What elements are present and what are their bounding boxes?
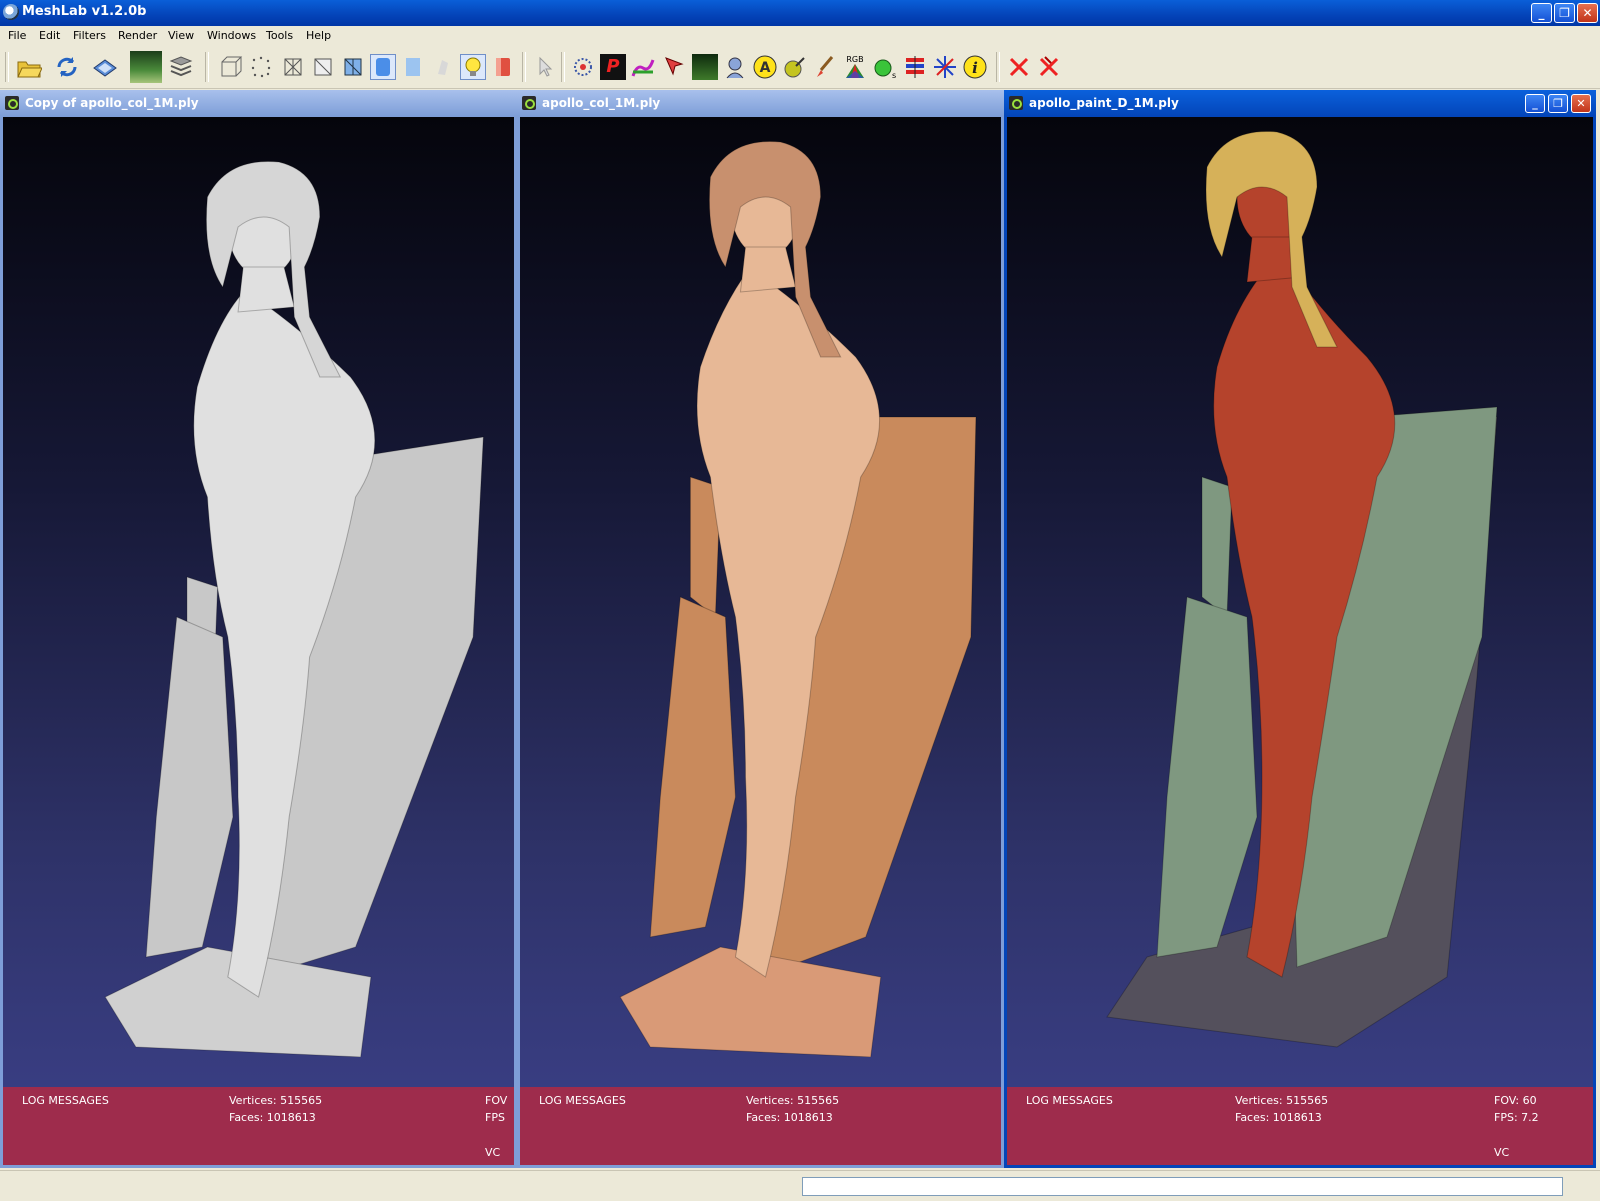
info-panel: LOG MESSAGES Vertices: 515565 Faces: 101… — [520, 1087, 1001, 1165]
fov-value: FOV: 60 — [1494, 1094, 1537, 1107]
annotation-letter: A — [760, 60, 771, 76]
color-pick-icon[interactable] — [782, 54, 808, 80]
snapshot-icon[interactable] — [130, 51, 162, 83]
3d-viewport[interactable]: LOG MESSAGES Vertices: 515565 Faces: 101… — [1007, 117, 1593, 1165]
restore-button[interactable]: ❐ — [1554, 3, 1575, 23]
mdi-window-title: Copy of apollo_col_1M.ply — [25, 96, 199, 110]
menu-windows[interactable]: Windows — [207, 29, 256, 42]
toolbar-separator — [996, 52, 1000, 82]
info-letter: i — [972, 59, 978, 77]
mdi-close-button[interactable]: ✕ — [1571, 94, 1591, 113]
vertices-count: Vertices: 515565 — [746, 1094, 840, 1107]
backface-icon[interactable] — [490, 54, 516, 80]
mdi-window-title: apollo_col_1M.ply — [542, 96, 661, 110]
faces-count: Faces: 1018613 — [746, 1111, 833, 1124]
progress-field — [802, 1177, 1563, 1196]
mdi-window-title-bar[interactable]: apollo_col_1M.ply — [517, 90, 1004, 116]
info-icon[interactable]: i — [962, 54, 988, 80]
flat-icon[interactable] — [400, 54, 426, 80]
open-icon[interactable] — [16, 54, 43, 80]
rgb-label: RGB — [846, 55, 863, 64]
mdi-window-title-bar[interactable]: apollo_paint_D_1M.ply _ ❐ ✕ — [1004, 90, 1596, 116]
light-icon[interactable] — [460, 54, 486, 80]
log-messages-label: LOG MESSAGES — [1026, 1094, 1113, 1107]
menu-edit[interactable]: Edit — [39, 29, 60, 42]
statue-render-grey — [104, 160, 484, 1057]
app-title-bar: MeshLab v1.2.0b _ ❐ ✕ — [0, 0, 1600, 26]
smooth-icon[interactable] — [370, 54, 396, 80]
color-mode: VC — [485, 1146, 501, 1159]
main-toolbar: P A RGB s i — [0, 46, 1600, 89]
close-button[interactable]: ✕ — [1577, 3, 1598, 23]
mdi-window-apollo-col[interactable]: apollo_col_1M.ply LOG MESSAGES Vertices:… — [517, 90, 1004, 1168]
mdi-minimize-button[interactable]: _ — [1525, 94, 1545, 113]
info-panel: LOG MESSAGES Vertices: 515565 Faces: 101… — [1007, 1087, 1593, 1165]
qt-window-icon — [5, 96, 19, 110]
fps-value: FPS — [485, 1111, 505, 1124]
mdi-window-title: apollo_paint_D_1M.ply — [1029, 96, 1179, 110]
vertices-count: Vertices: 515565 — [229, 1094, 323, 1107]
qt-window-icon — [1009, 96, 1023, 110]
select-faces-icon[interactable] — [662, 54, 688, 80]
toolbar-separator — [522, 52, 526, 82]
menu-tools[interactable]: Tools — [266, 29, 293, 42]
texture-icon[interactable] — [430, 54, 456, 80]
statue-render-color — [619, 140, 977, 1057]
menu-file[interactable]: File — [8, 29, 26, 42]
points-icon[interactable] — [248, 54, 274, 80]
mdi-maximize-button[interactable]: ❐ — [1548, 94, 1568, 113]
svg-text:s: s — [892, 71, 896, 80]
color-mode: VC — [1494, 1146, 1510, 1159]
menu-bar: File Edit Filters Render View Windows To… — [0, 26, 1600, 46]
brush-icon[interactable] — [812, 54, 838, 80]
hidden-lines-icon[interactable] — [310, 54, 336, 80]
qt-window-icon — [522, 96, 536, 110]
menu-view[interactable]: View — [168, 29, 194, 42]
3d-viewport[interactable]: LOG MESSAGES Vertices: 515565 Faces: 101… — [3, 117, 514, 1165]
annotation-icon[interactable]: A — [752, 54, 778, 80]
log-messages-label: LOG MESSAGES — [539, 1094, 626, 1107]
manual-align-icon[interactable] — [722, 54, 748, 80]
toolbar-separator — [561, 52, 565, 82]
faces-count: Faces: 1018613 — [229, 1111, 316, 1124]
toolbar-separator — [205, 52, 209, 82]
fov-value: FOV — [485, 1094, 508, 1107]
rgb-icon[interactable]: RGB — [842, 54, 868, 80]
menu-filters[interactable]: Filters — [73, 29, 106, 42]
mdi-window-apollo-paint[interactable]: apollo_paint_D_1M.ply _ ❐ ✕ LOG MESSAGES… — [1004, 90, 1596, 1168]
layers-edit-icon[interactable] — [902, 54, 928, 80]
layers-icon[interactable] — [168, 54, 194, 80]
info-panel: LOG MESSAGES Vertices: 515565 Faces: 101… — [3, 1087, 514, 1165]
minimize-button[interactable]: _ — [1531, 3, 1552, 23]
wireframe-icon[interactable] — [280, 54, 306, 80]
status-bar — [0, 1170, 1600, 1201]
app-title: MeshLab v1.2.0b — [22, 4, 147, 19]
menu-help[interactable]: Help — [306, 29, 331, 42]
close-all-icon[interactable] — [1036, 54, 1062, 80]
save-icon[interactable] — [92, 54, 118, 80]
mdi-window-copy-apollo[interactable]: Copy of apollo_col_1M.ply LOG MESSAGES V… — [0, 90, 517, 1168]
mdi-window-title-bar[interactable]: Copy of apollo_col_1M.ply — [0, 90, 517, 116]
3d-viewport[interactable]: LOG MESSAGES Vertices: 515565 Faces: 101… — [520, 117, 1001, 1165]
faces-count: Faces: 1018613 — [1235, 1111, 1322, 1124]
measure-icon[interactable] — [570, 54, 596, 80]
bbox-icon[interactable] — [218, 54, 244, 80]
image-align-icon[interactable] — [692, 54, 718, 80]
vertices-count: Vertices: 515565 — [1235, 1094, 1329, 1107]
menu-render[interactable]: Render — [118, 29, 157, 42]
log-messages-label: LOG MESSAGES — [22, 1094, 109, 1107]
slice-icon[interactable]: s — [872, 54, 898, 80]
toolbar-grip — [5, 52, 9, 82]
paint-icon[interactable] — [630, 54, 656, 80]
fps-value: FPS: 7.2 — [1494, 1111, 1539, 1124]
statue-render-painted — [1106, 130, 1498, 1048]
select-tool-icon[interactable] — [532, 54, 558, 80]
reload-icon[interactable] — [54, 54, 80, 80]
flat-lines-icon[interactable] — [340, 54, 366, 80]
meshlab-app-icon[interactable] — [3, 4, 19, 20]
pick-points-icon[interactable]: P — [600, 54, 626, 80]
close-mesh-icon[interactable] — [1006, 54, 1032, 80]
align-axis-icon[interactable] — [932, 54, 958, 80]
